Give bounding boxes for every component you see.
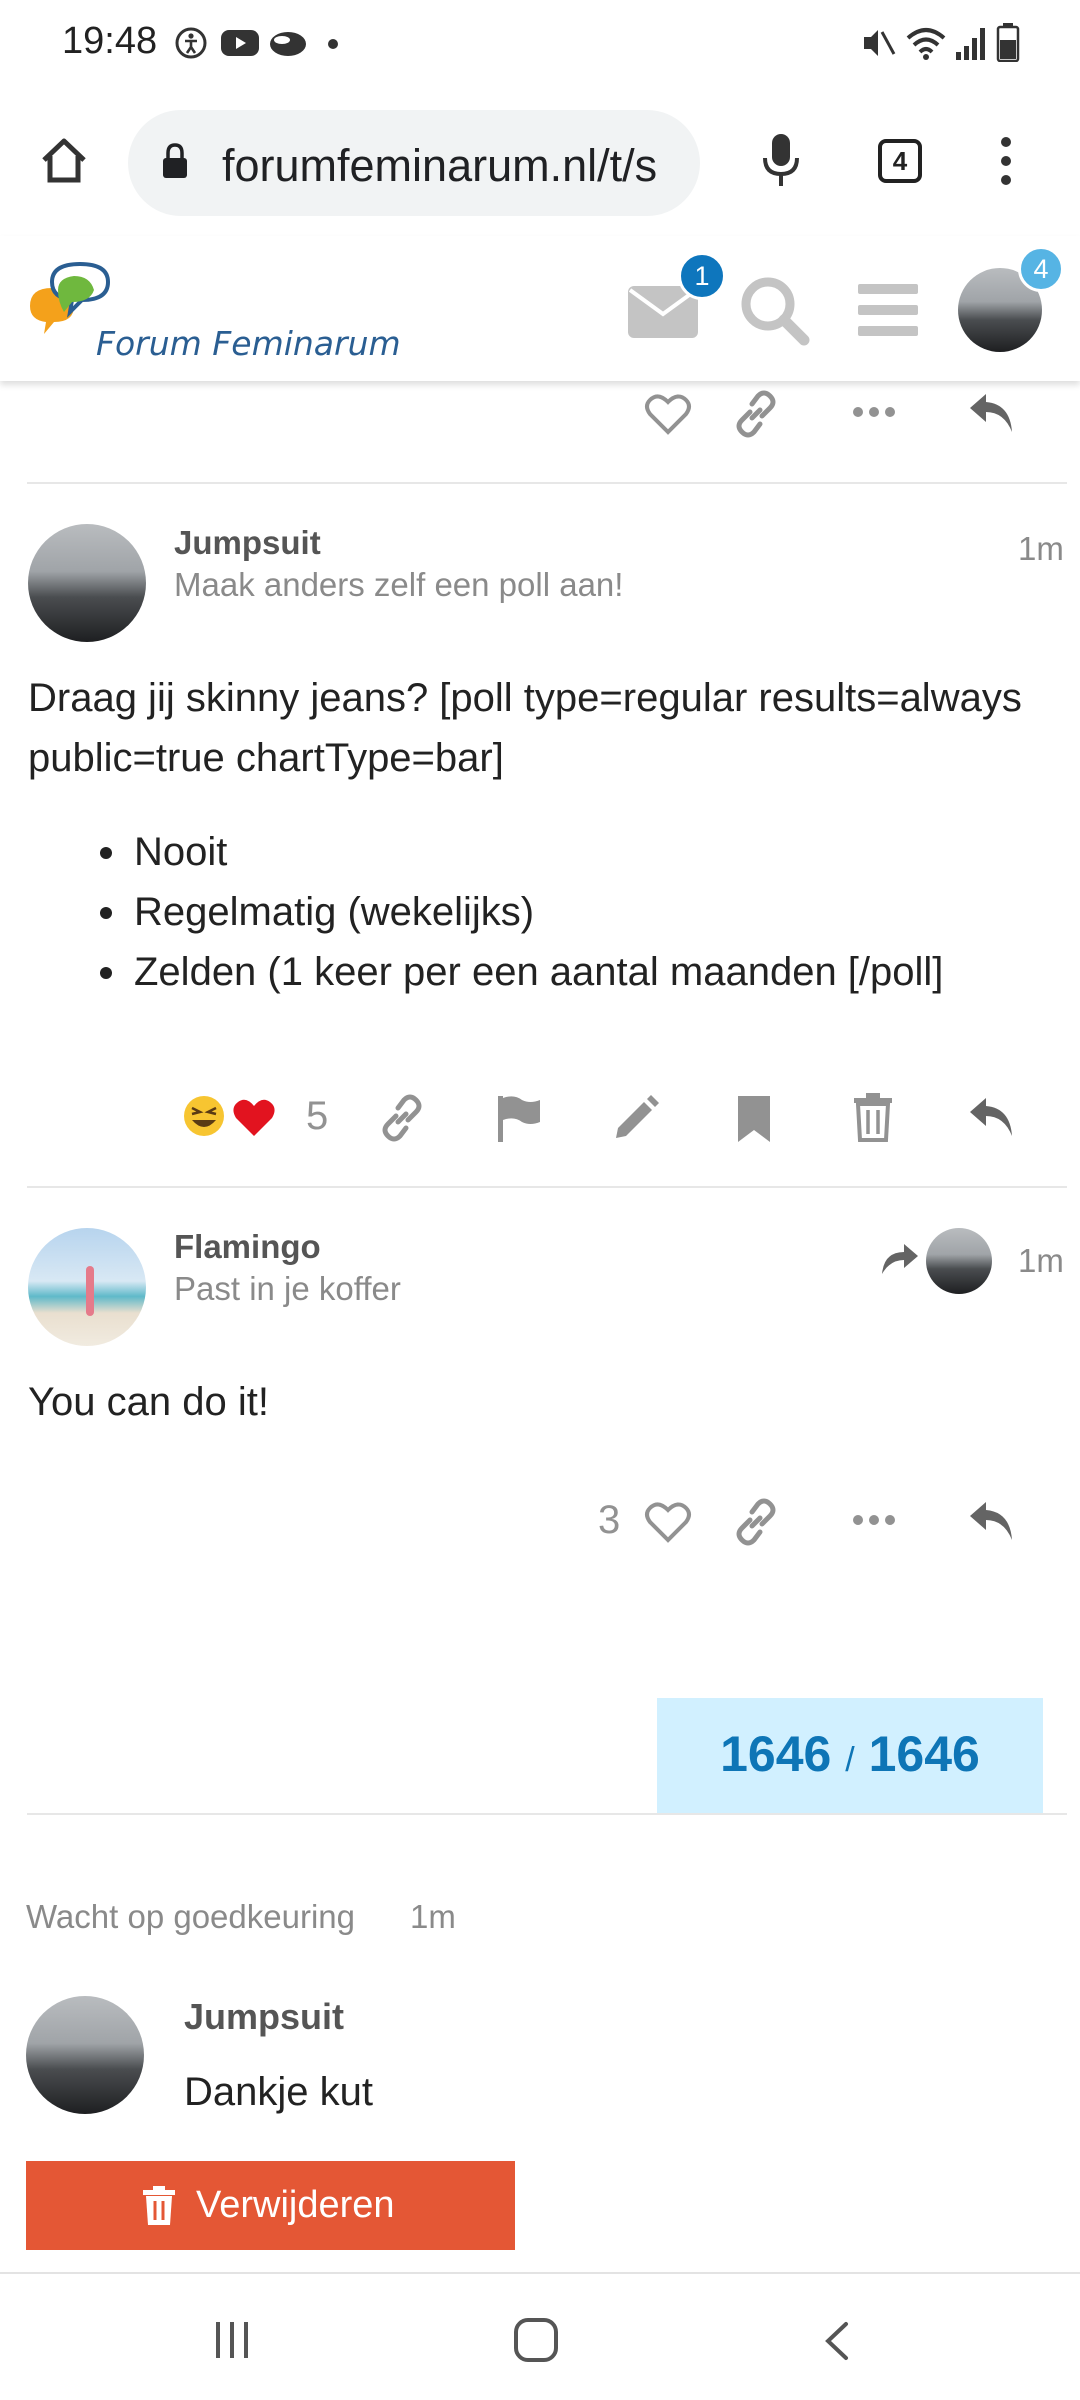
post-user-title: Maak anders zelf een poll aan! <box>174 566 624 603</box>
mute-vibrate-icon <box>864 30 896 56</box>
post-user-title: Past in je koffer <box>174 1270 401 1307</box>
messages-badge: 1 <box>678 252 726 300</box>
topic-progress-counter[interactable]: 1646 / 1646 <box>657 1725 1043 1783</box>
bookmark-icon[interactable] <box>736 1094 772 1144</box>
pending-label: Wacht op goedkeuring <box>26 1898 355 1935</box>
app-notification-icon <box>270 32 306 56</box>
reactions[interactable] <box>182 1092 302 1144</box>
lock-icon <box>163 143 187 178</box>
system-nav-bar <box>0 2272 1080 2400</box>
poll-option-list: Nooit Regelmatig (wekelijks) Zelden (1 k… <box>90 822 943 1002</box>
search-icon[interactable] <box>738 274 810 346</box>
avatar-notification-badge: 4 <box>1018 246 1064 292</box>
browser-toolbar: forumfeminarum.nl/t/s 4 <box>0 86 1080 236</box>
home-nav-icon[interactable] <box>512 2316 560 2364</box>
back-nav-icon[interactable] <box>820 2320 852 2362</box>
post-divider <box>27 482 1067 484</box>
progress-current: 1646 <box>720 1726 832 1782</box>
hamburger-menu-icon[interactable] <box>856 282 920 338</box>
trash-icon <box>143 2186 175 2225</box>
wifi-icon <box>906 28 946 60</box>
notification-dot <box>328 39 338 49</box>
list-item: Regelmatig (wekelijks) <box>90 882 943 942</box>
reply-to-arrow-icon[interactable] <box>880 1242 920 1276</box>
like-count[interactable]: 3 <box>598 1498 620 1543</box>
link-icon[interactable] <box>732 1498 780 1546</box>
accessibility-icon <box>175 27 207 59</box>
section-divider <box>27 1813 1067 1815</box>
more-options-icon[interactable] <box>996 136 1016 186</box>
reply-icon[interactable] <box>966 390 1018 436</box>
status-time: 19:48 <box>62 20 158 62</box>
list-item: Nooit <box>90 822 943 882</box>
pending-body: Dankje kut <box>184 2070 373 2114</box>
link-icon[interactable] <box>378 1094 426 1142</box>
post-divider <box>27 1186 1067 1188</box>
reply-icon[interactable] <box>966 1498 1018 1544</box>
youtube-icon <box>221 30 259 56</box>
more-actions-icon[interactable] <box>850 402 898 422</box>
battery-icon <box>996 23 1020 62</box>
delete-button-label: Verwijderen <box>196 2184 395 2226</box>
tab-switcher-button[interactable]: 4 <box>878 139 922 183</box>
status-bar: 19:48 <box>0 0 1080 86</box>
laughing-emoji-icon <box>184 1096 224 1136</box>
progress-separator: / <box>845 1741 855 1779</box>
progress-total: 1646 <box>868 1726 980 1782</box>
list-item: Zelden (1 keer per een aantal maanden [/… <box>90 942 943 1002</box>
tab-count: 4 <box>892 146 908 176</box>
post-time[interactable]: 1m <box>1018 1242 1064 1280</box>
post-body: You can do it! <box>28 1380 269 1424</box>
reaction-count: 5 <box>306 1094 329 1138</box>
heart-emoji-icon <box>233 1099 275 1136</box>
post-body: Draag jij skinny jeans? [poll type=regul… <box>28 676 1022 780</box>
reply-icon[interactable] <box>966 1094 1018 1140</box>
site-brand[interactable]: Forum Feminarum <box>96 324 401 363</box>
pending-avatar[interactable] <box>26 1996 144 2114</box>
pending-time: 1m <box>410 1898 456 1935</box>
home-icon[interactable] <box>38 134 90 186</box>
reply-to-avatar[interactable] <box>926 1228 992 1294</box>
link-icon[interactable] <box>732 390 780 438</box>
post-username[interactable]: Jumpsuit <box>174 524 321 562</box>
edit-icon[interactable] <box>612 1094 660 1142</box>
flag-icon[interactable] <box>496 1094 542 1144</box>
post-avatar[interactable] <box>28 524 146 642</box>
signal-icon <box>956 28 985 60</box>
microphone-icon[interactable] <box>760 132 802 188</box>
pending-username[interactable]: Jumpsuit <box>184 1996 344 2038</box>
like-icon[interactable] <box>644 1500 692 1544</box>
post-avatar[interactable] <box>28 1228 146 1346</box>
post-time[interactable]: 1m <box>1018 530 1064 568</box>
like-icon[interactable] <box>644 392 692 436</box>
post-username[interactable]: Flamingo <box>174 1228 321 1266</box>
recent-apps-icon[interactable] <box>212 2320 252 2360</box>
url-text[interactable]: forumfeminarum.nl/t/s <box>222 140 682 192</box>
site-header: Forum Feminarum 1 4 <box>0 236 1080 381</box>
delete-icon[interactable] <box>852 1092 894 1142</box>
more-actions-icon[interactable] <box>850 1510 898 1530</box>
